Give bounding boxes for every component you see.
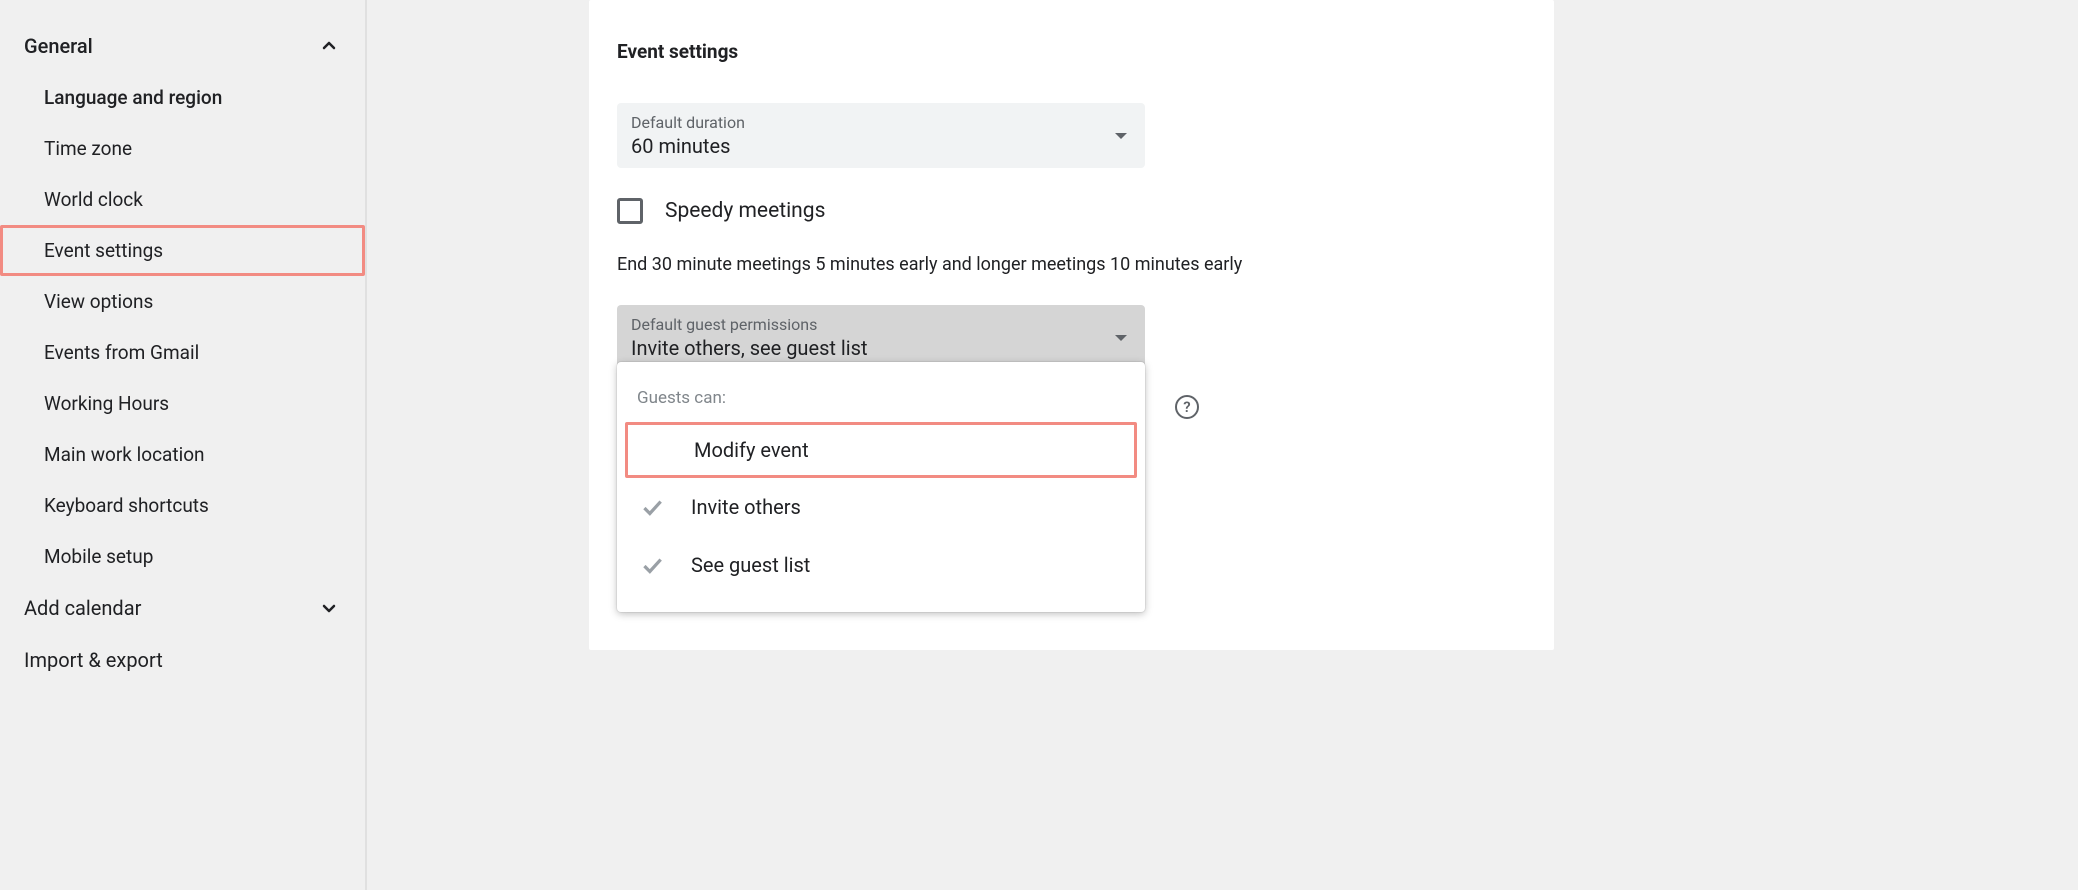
sidebar-section-label: General xyxy=(24,34,93,58)
sidebar-item-label: Event settings xyxy=(44,239,163,262)
speedy-meetings-checkbox[interactable] xyxy=(617,198,643,224)
guest-permissions-select[interactable]: Default guest permissions Invite others,… xyxy=(617,305,1145,370)
sidebar-item-event-settings[interactable]: Event settings xyxy=(0,225,365,276)
sidebar-item-label: Time zone xyxy=(44,137,132,160)
speedy-meetings-row: Speedy meetings xyxy=(589,168,1554,244)
sidebar-item-events-from-gmail[interactable]: Events from Gmail xyxy=(0,327,365,378)
sidebar-item-keyboard-shortcuts[interactable]: Keyboard shortcuts xyxy=(0,480,365,531)
event-settings-card: Event settings Default duration 60 minut… xyxy=(589,0,1554,650)
dropdown-triangle-icon xyxy=(1115,133,1127,139)
main-content: Event settings Default duration 60 minut… xyxy=(389,0,2078,890)
dropdown-option-label: Invite others xyxy=(691,495,1125,519)
sidebar-section-general[interactable]: General xyxy=(0,20,365,72)
sidebar-item-language-region[interactable]: Language and region xyxy=(0,72,365,123)
dropdown-heading: Guests can: xyxy=(617,380,1145,422)
select-value: Invite others, see guest list xyxy=(631,336,867,360)
dropdown-option-modify-event[interactable]: Modify event xyxy=(625,422,1137,478)
guest-permissions-dropdown: Guests can: Modify event Invite others S… xyxy=(617,362,1145,612)
sidebar-item-label: Keyboard shortcuts xyxy=(44,494,209,517)
speedy-meetings-description: End 30 minute meetings 5 minutes early a… xyxy=(589,244,1554,305)
default-duration-select[interactable]: Default duration 60 minutes xyxy=(617,103,1145,168)
chevron-down-icon xyxy=(317,596,341,620)
help-icon[interactable]: ? xyxy=(1175,395,1199,419)
sidebar-item-mobile-setup[interactable]: Mobile setup xyxy=(0,531,365,582)
sidebar-item-world-clock[interactable]: World clock xyxy=(0,174,365,225)
sidebar-section-label: Import & export xyxy=(24,648,163,672)
card-title: Event settings xyxy=(589,30,1554,103)
sidebar-item-label: Working Hours xyxy=(44,392,169,415)
dropdown-triangle-icon xyxy=(1115,335,1127,341)
check-icon xyxy=(639,552,665,578)
sidebar-item-main-work-location[interactable]: Main work location xyxy=(0,429,365,480)
sidebar-item-working-hours[interactable]: Working Hours xyxy=(0,378,365,429)
sidebar-section-label: Add calendar xyxy=(24,596,141,620)
sidebar-section-add-calendar[interactable]: Add calendar xyxy=(0,582,365,634)
sidebar-item-label: Events from Gmail xyxy=(44,341,199,364)
column-divider xyxy=(367,0,389,890)
chevron-up-icon xyxy=(317,34,341,58)
sidebar-item-view-options[interactable]: View options xyxy=(0,276,365,327)
speedy-meetings-label: Speedy meetings xyxy=(665,199,825,223)
dropdown-option-label: See guest list xyxy=(691,553,1125,577)
select-label: Default guest permissions xyxy=(631,315,867,334)
sidebar-item-label: World clock xyxy=(44,188,143,211)
check-icon xyxy=(639,494,665,520)
sidebar-item-label: Language and region xyxy=(44,86,222,109)
select-value: 60 minutes xyxy=(631,134,745,158)
dropdown-option-invite-others[interactable]: Invite others xyxy=(617,478,1145,536)
sidebar-item-label: Mobile setup xyxy=(44,545,153,568)
settings-sidebar: General Language and region Time zone Wo… xyxy=(0,0,367,890)
sidebar-section-import-export[interactable]: Import & export xyxy=(0,634,365,686)
sidebar-item-time-zone[interactable]: Time zone xyxy=(0,123,365,174)
select-label: Default duration xyxy=(631,113,745,132)
sidebar-item-label: Main work location xyxy=(44,443,205,466)
dropdown-option-see-guest-list[interactable]: See guest list xyxy=(617,536,1145,594)
dropdown-option-label: Modify event xyxy=(640,438,1122,462)
sidebar-item-label: View options xyxy=(44,290,153,313)
